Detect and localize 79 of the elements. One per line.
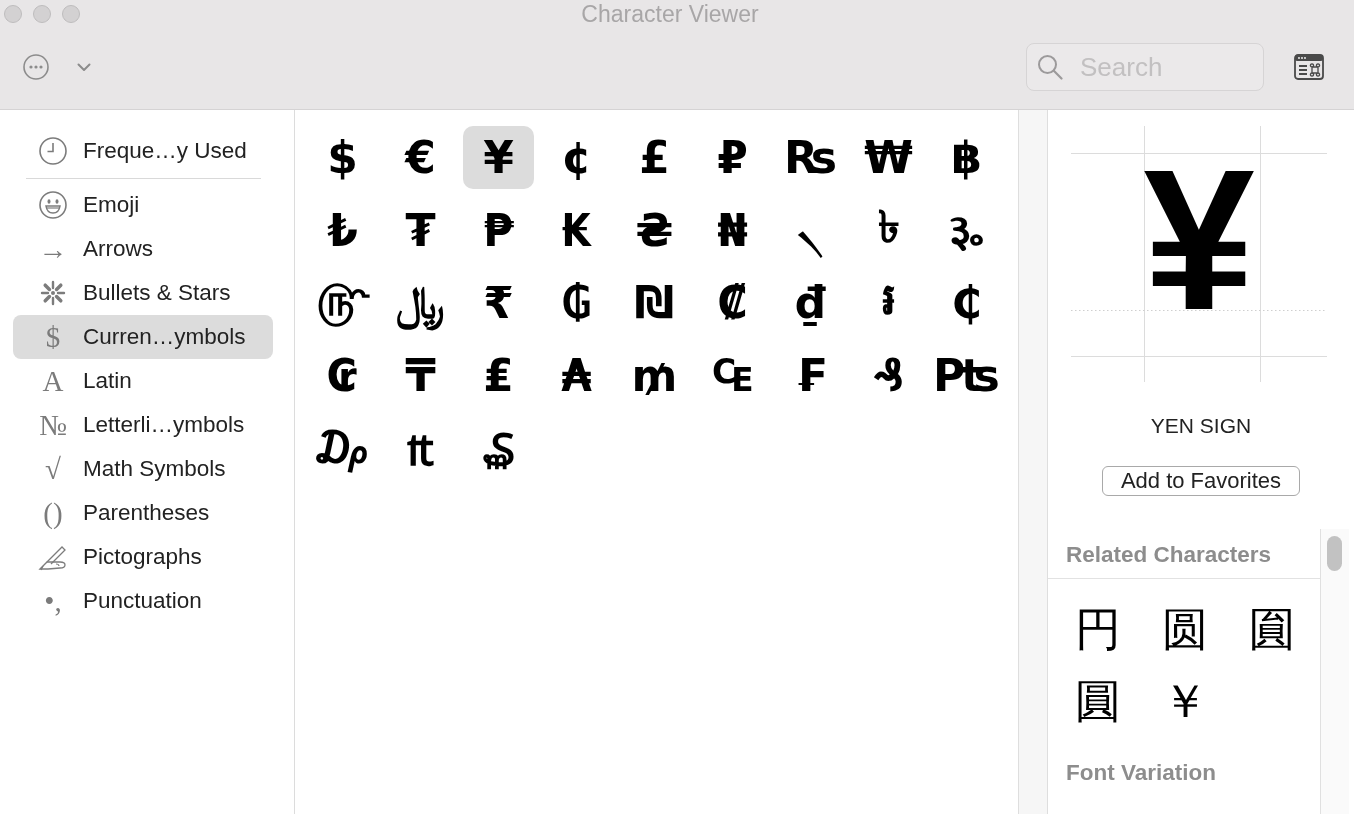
sidebar-item[interactable]: Pictographs	[13, 535, 273, 579]
section-heading: Related Characters	[1066, 542, 1272, 567]
sidebar-item[interactable]: → Arrows	[13, 227, 273, 271]
more-icon[interactable]	[23, 54, 49, 80]
sidebar-item[interactable]: № Letterli…ymbols	[13, 403, 273, 447]
preview-glyph: ¥	[1143, 140, 1255, 340]
minimize-icon[interactable]	[33, 5, 51, 23]
character-tile[interactable]: ₪	[619, 271, 690, 334]
search-icon	[1037, 54, 1063, 80]
sidebar-item[interactable]: $ Curren…ymbols	[13, 315, 273, 359]
character-tile[interactable]: ₧	[931, 343, 1002, 407]
character-tile[interactable]: ฿	[931, 126, 1002, 189]
related-character[interactable]: 圆	[1141, 593, 1228, 665]
sidebar-item[interactable]: •, Punctuation	[13, 579, 273, 623]
character-tile[interactable]: ₫	[775, 271, 846, 334]
character-tile[interactable]: ₯	[307, 416, 378, 479]
character-tile[interactable]: ₱	[463, 198, 534, 262]
related-character[interactable]: 円	[1054, 593, 1141, 665]
character-tile[interactable]: ₩	[853, 126, 924, 189]
character-tile[interactable]: ₠	[697, 343, 768, 407]
character-tile[interactable]: ₴	[619, 198, 690, 262]
section-heading: Font Variation	[1066, 760, 1216, 785]
character-tile[interactable]: ¥	[463, 126, 534, 189]
zoom-icon[interactable]	[62, 5, 80, 23]
character-tile[interactable]: ₤	[463, 343, 534, 407]
arrow-icon: →	[38, 233, 68, 265]
character-tile[interactable]: ¢	[541, 126, 612, 189]
letter-a-icon: A	[38, 365, 68, 397]
sidebar-item[interactable]: Freque…y Used	[13, 129, 273, 173]
character-tile[interactable]: ৲	[775, 198, 846, 262]
character-tile[interactable]: ₮	[385, 198, 456, 262]
parentheses-icon: ()	[38, 497, 68, 529]
square-root-icon: √	[38, 453, 68, 485]
character-tile[interactable]: ₢	[307, 343, 378, 407]
sidebar-item[interactable]: () Parentheses	[13, 491, 273, 535]
character-tile[interactable]: ₥	[619, 343, 690, 407]
smiley-icon	[38, 190, 68, 220]
window-title: Character Viewer	[581, 1, 760, 27]
character-tile[interactable]: ₷	[463, 416, 534, 479]
dot-comma-icon: •,	[38, 585, 68, 617]
character-name: YEN SIGN	[1150, 413, 1252, 439]
character-tile[interactable]: £	[619, 126, 690, 189]
character-tile[interactable]: ௹	[307, 271, 378, 334]
character-tile[interactable]: ₵	[931, 271, 1002, 334]
character-tile[interactable]: ₡	[697, 271, 768, 334]
character-tile[interactable]: ৳	[853, 198, 924, 262]
character-tile[interactable]: ₹	[463, 271, 534, 334]
close-icon[interactable]	[4, 5, 22, 23]
character-tile[interactable]: ₨	[775, 126, 846, 189]
related-character[interactable]: 圎	[1228, 593, 1315, 665]
character-tile[interactable]: ៛	[853, 271, 924, 334]
numero-sign-icon: №	[38, 409, 68, 441]
character-tile[interactable]: $	[307, 126, 378, 189]
character-tile[interactable]: ₲	[541, 271, 612, 334]
character-tile[interactable]: ₺	[307, 198, 378, 262]
character-tile[interactable]: €	[385, 126, 456, 189]
related-character[interactable]: ￥	[1141, 665, 1228, 737]
favorites-button[interactable]: Add to Favorites	[1102, 466, 1300, 496]
sidebar-item[interactable]: A Latin	[13, 359, 273, 403]
sidebar-item[interactable]: Bullets & Stars	[13, 271, 273, 315]
dollar-sign-icon: $	[38, 321, 68, 353]
character-tile[interactable]: ₭	[541, 198, 612, 262]
character-tile[interactable]: ₶	[385, 416, 456, 479]
character-tile[interactable]: ૱	[931, 198, 1002, 262]
character-tile[interactable]: ₸	[385, 343, 456, 407]
related-character[interactable]: 圓	[1054, 665, 1141, 737]
character-tile[interactable]: ₦	[697, 198, 768, 262]
character-tile[interactable]: ₽	[697, 126, 768, 189]
clock-icon	[38, 136, 68, 166]
sidebar-item[interactable]: Emoji	[13, 183, 273, 227]
character-tile[interactable]: ₳	[541, 343, 612, 407]
character-tile[interactable]: ₣	[775, 343, 846, 407]
chevron-down-icon[interactable]	[77, 62, 91, 72]
character-tile[interactable]: ₰	[853, 343, 924, 407]
window-icon[interactable]	[1294, 54, 1324, 80]
asterisk-icon	[38, 278, 68, 308]
scrollbar-thumb[interactable]	[1327, 536, 1342, 571]
character-tile[interactable]: ﷼	[385, 271, 456, 334]
sidebar-item[interactable]: √ Math Symbols	[13, 447, 273, 491]
